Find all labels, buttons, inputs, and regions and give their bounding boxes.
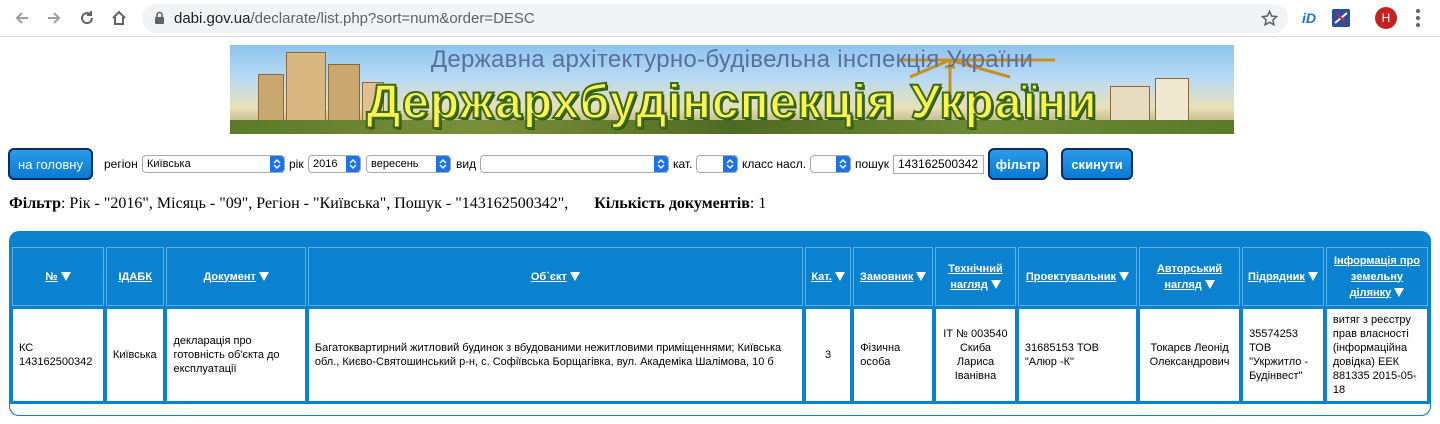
select-arrows-icon bbox=[654, 156, 668, 172]
search-label: пошук bbox=[855, 157, 890, 171]
banner-subtitle: Державна архітектурно-будівельна інспекц… bbox=[430, 46, 1034, 73]
region-select[interactable]: Київська bbox=[142, 155, 285, 173]
column-header-idabk[interactable]: ІДАБК bbox=[105, 247, 165, 306]
column-header-label[interactable]: Кат. bbox=[811, 271, 831, 283]
search-input[interactable]: 143162500342 bbox=[893, 155, 984, 174]
cell-object: Багатоквартирний житловий будинок з вбуд… bbox=[307, 308, 803, 402]
sort-arrow-icon[interactable] bbox=[916, 272, 927, 282]
profile-avatar[interactable]: H bbox=[1375, 7, 1397, 29]
column-header-label[interactable]: Технічний bbox=[948, 263, 1003, 275]
document-count-value: : 1 bbox=[749, 195, 767, 212]
sort-arrow-icon[interactable] bbox=[1204, 280, 1215, 290]
cell-contractor: 35574253 ТОВ "Укржитло - Будінвест" bbox=[1242, 308, 1324, 402]
column-header-label[interactable]: Документ bbox=[203, 271, 255, 283]
column-header-tech-supervision[interactable]: Технічний нагляд bbox=[935, 247, 1016, 306]
site-banner: Державна архітектурно-будівельна інспекц… bbox=[230, 45, 1234, 134]
region-label: регіон bbox=[104, 157, 138, 171]
cell-num: КС 143162500342 bbox=[12, 308, 104, 402]
extension-flag-icon[interactable] bbox=[1331, 8, 1351, 28]
sort-arrow-icon[interactable] bbox=[1307, 272, 1318, 282]
results-table-container: № ІДАБК Документ Об`єкт Кат. Замовник Те… bbox=[9, 231, 1431, 416]
sort-arrow-icon[interactable] bbox=[834, 272, 845, 282]
select-arrows-icon bbox=[723, 156, 737, 172]
column-header-category[interactable]: Кат. bbox=[804, 247, 852, 306]
home-icon[interactable] bbox=[107, 6, 131, 30]
select-arrows-icon bbox=[270, 156, 284, 172]
column-header-label[interactable]: ІДАБК bbox=[118, 271, 151, 283]
filter-summary-text: : Рік - "2016", Місяць - "09", Регіон - … bbox=[60, 195, 569, 212]
menu-kebab-icon[interactable] bbox=[1412, 8, 1424, 28]
table-row: КС 143162500342 Київська декларація про … bbox=[12, 308, 1428, 402]
category-select[interactable] bbox=[696, 155, 738, 173]
results-table: № ІДАБК Документ Об`єкт Кат. Замовник Те… bbox=[10, 245, 1430, 404]
column-header-label[interactable]: Інформація про bbox=[1334, 255, 1420, 267]
sort-arrow-icon[interactable] bbox=[258, 272, 269, 282]
banner-title: Держархбудінспекція України bbox=[365, 75, 1098, 130]
forward-arrow-icon[interactable] bbox=[42, 6, 66, 30]
month-select[interactable]: вересень bbox=[366, 155, 451, 173]
column-header-object[interactable]: Об`єкт bbox=[307, 247, 803, 306]
select-arrows-icon bbox=[836, 156, 850, 172]
year-select[interactable]: 2016 bbox=[308, 155, 361, 173]
column-header-label[interactable]: ділянку bbox=[1350, 287, 1392, 299]
type-select[interactable] bbox=[480, 155, 669, 173]
cell-land-info: витяг з реєстру прав власності (інформац… bbox=[1325, 308, 1428, 402]
sort-arrow-icon[interactable] bbox=[990, 280, 1001, 290]
column-header-label[interactable]: земельну bbox=[1351, 271, 1403, 283]
column-header-num[interactable]: № bbox=[12, 247, 104, 306]
column-header-label[interactable]: Замовник bbox=[860, 271, 913, 283]
column-header-contractor[interactable]: Підрядник bbox=[1242, 247, 1324, 306]
column-header-label[interactable]: нагляд bbox=[950, 279, 987, 291]
table-footer bbox=[9, 404, 1431, 416]
url-text: dabi.gov.ua/declarate/list.php?sort=num&… bbox=[174, 10, 535, 27]
column-header-label[interactable]: № bbox=[45, 271, 57, 283]
class-label: класс насл. bbox=[742, 157, 807, 171]
cell-document: декларація про готовність об'єкта до екс… bbox=[166, 308, 306, 402]
cell-author-supervision: Токарєв Леонід Олександрович bbox=[1139, 308, 1241, 402]
month-select-value: вересень bbox=[371, 158, 419, 170]
column-header-customer[interactable]: Замовник bbox=[853, 247, 934, 306]
class-select[interactable] bbox=[810, 155, 851, 173]
home-button[interactable]: на головну bbox=[8, 148, 93, 180]
column-header-label[interactable]: нагляд bbox=[1164, 279, 1201, 291]
select-arrows-icon bbox=[346, 156, 360, 172]
sort-arrow-icon[interactable] bbox=[1119, 272, 1130, 282]
type-label: вид bbox=[456, 157, 477, 171]
back-arrow-icon[interactable] bbox=[10, 6, 34, 30]
lock-icon bbox=[154, 11, 165, 30]
column-header-label[interactable]: Проектувальник bbox=[1026, 271, 1116, 283]
column-header-designer[interactable]: Проектувальник bbox=[1017, 247, 1138, 306]
year-label: рік bbox=[289, 157, 304, 171]
category-label: кат. bbox=[673, 157, 693, 171]
cell-designer: 31685153 ТОВ "Алюр -К" bbox=[1017, 308, 1138, 402]
reset-button[interactable]: скинути bbox=[1061, 148, 1133, 180]
extension-id-icon[interactable]: iD bbox=[1299, 8, 1319, 28]
filter-summary: Фільтр: Рік - "2016", Місяць - "09", Рег… bbox=[9, 195, 766, 213]
reload-icon[interactable] bbox=[75, 6, 99, 30]
browser-toolbar: dabi.gov.ua/declarate/list.php?sort=num&… bbox=[0, 0, 1440, 37]
bookmark-star-icon[interactable] bbox=[1260, 9, 1279, 32]
cell-category: 3 bbox=[804, 308, 852, 402]
cell-customer: Фізична особа bbox=[853, 308, 934, 402]
table-header-row: № ІДАБК Документ Об`єкт Кат. Замовник Те… bbox=[12, 247, 1428, 306]
column-header-label[interactable]: Підрядник bbox=[1248, 271, 1305, 283]
filter-button[interactable]: фільтр bbox=[988, 148, 1048, 180]
filter-summary-label: Фільтр bbox=[9, 195, 61, 212]
sort-arrow-icon[interactable] bbox=[1394, 288, 1405, 298]
address-bar[interactable]: dabi.gov.ua/declarate/list.php?sort=num&… bbox=[142, 4, 1288, 33]
cell-idabk: Київська bbox=[105, 308, 165, 402]
column-header-document[interactable]: Документ bbox=[166, 247, 306, 306]
column-header-author-supervision[interactable]: Авторський нагляд bbox=[1139, 247, 1241, 306]
column-header-land-info[interactable]: Інформація про земельну ділянку bbox=[1325, 247, 1428, 306]
sort-arrow-icon[interactable] bbox=[60, 272, 71, 282]
sort-arrow-icon[interactable] bbox=[569, 272, 580, 282]
region-select-value: Київська bbox=[147, 158, 191, 170]
select-arrows-icon bbox=[436, 156, 450, 172]
column-header-label[interactable]: Об`єкт bbox=[531, 271, 567, 283]
cell-tech-supervision: ІТ № 003540 Скиба Лариса Іванівна bbox=[935, 308, 1016, 402]
column-header-label[interactable]: Авторський bbox=[1157, 263, 1222, 275]
year-select-value: 2016 bbox=[313, 158, 338, 170]
document-count-label: Кількість документів bbox=[594, 195, 750, 212]
